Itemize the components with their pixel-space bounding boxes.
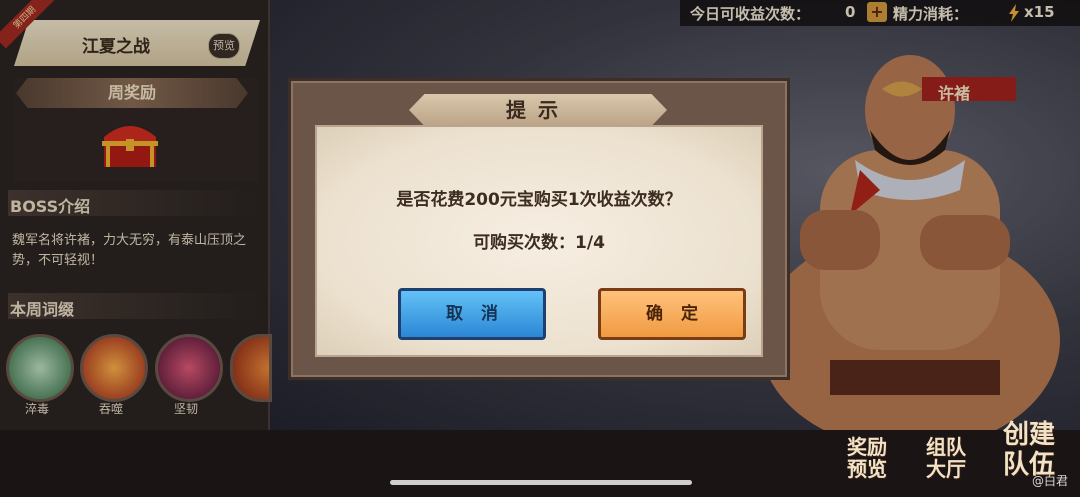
- dialog-title-plate: 提示: [409, 94, 667, 126]
- home-indicator[interactable]: [390, 480, 692, 485]
- cancel-button[interactable]: 取消: [398, 288, 546, 340]
- reward-preview-line1: 奖励: [847, 435, 887, 459]
- confirm-button[interactable]: 确定: [598, 288, 746, 340]
- team-hall-line2: 大厅: [926, 457, 966, 481]
- watermark: @白君: [1032, 474, 1069, 488]
- reward-preview-line2: 预览: [847, 457, 887, 481]
- purchase-confirm-dialog: 提示 是否花费200元宝购买1次收益次数？ 可购买次数：1/4 取消 确定: [288, 78, 790, 380]
- bottom-bar: [0, 430, 1080, 497]
- dialog-message: 是否花费200元宝购买1次收益次数？: [396, 190, 682, 210]
- team-hall-button[interactable]: 组队 大厅: [920, 436, 972, 480]
- create-team-line1: 创建: [1002, 420, 1055, 450]
- dialog-purchase-count: 可购买次数：1/4: [473, 233, 605, 253]
- game-screen: 今日可收益次数： 0 + 精力消耗： x15 许褚 江夏之战 预览 第四期 周奖…: [0, 0, 1080, 497]
- dialog-title: 提示: [506, 98, 570, 122]
- create-team-button[interactable]: 创建 队伍: [994, 420, 1064, 480]
- reward-preview-button[interactable]: 奖励 预览: [842, 436, 892, 480]
- dialog-body: 是否花费200元宝购买1次收益次数？ 可购买次数：1/4 取消 确定: [315, 125, 763, 357]
- team-hall-line1: 组队: [926, 435, 966, 459]
